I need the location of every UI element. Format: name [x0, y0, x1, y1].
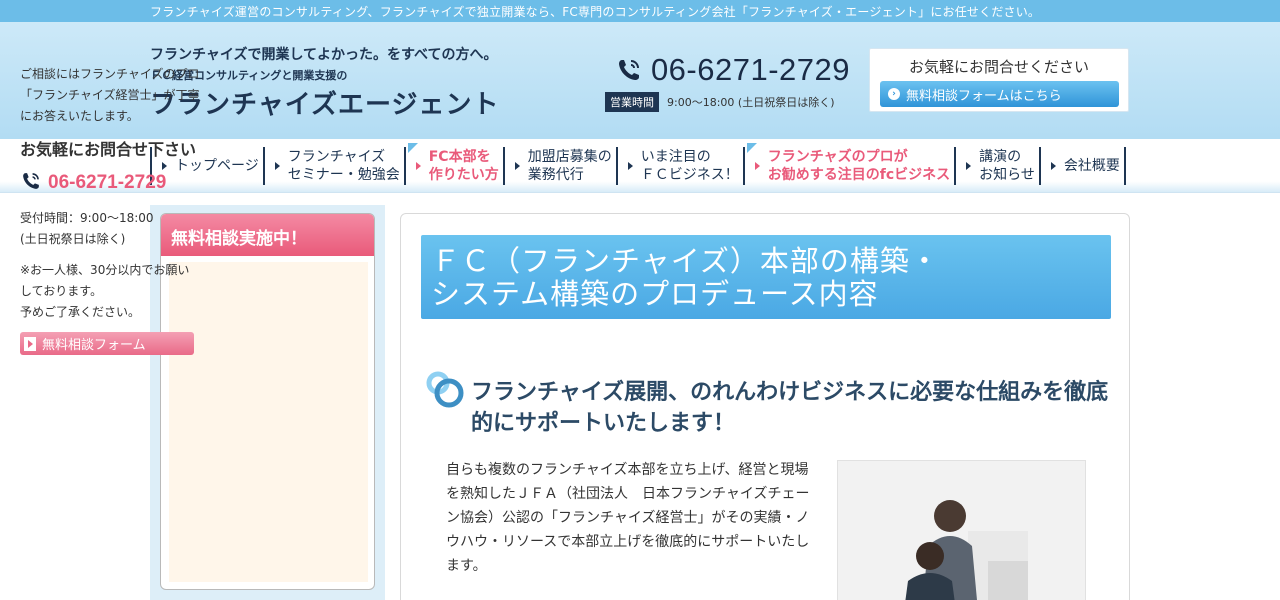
consultation-phone-number: 06-6271-2729 [48, 172, 167, 193]
consultation-hours-line2: (土日祝祭日は除く) [20, 232, 126, 246]
consultation-intro: ご相談にはフランチャイズのプロ「フランチャイズ経営士」が丁寧にお答えいたします。 [20, 67, 200, 123]
nav-recommended-fc-business[interactable]: フランチャズのプロが お勧めする注目のfcビジネス [742, 143, 954, 185]
header-phone-block: 06-6271-2729 営業時間 9:00〜18:00 (土日祝祭日は除く) [605, 52, 850, 112]
header-phone-number[interactable]: 06-6271-2729 [651, 52, 850, 88]
nav-item-label: FC本部を 作りたい方 [428, 149, 499, 183]
nav-item-label: いま注目の ＦＣビジネス！ [640, 149, 739, 183]
logo-tagline: フランチャイズで開業してよかった。をすべての方へ。 [150, 47, 498, 63]
consultation-form-button[interactable]: 無料相談フォーム [20, 332, 194, 355]
triangle-right-icon [1050, 162, 1056, 170]
nav-company[interactable]: 会社概要 [1038, 147, 1126, 185]
phone-icon [615, 56, 643, 84]
nav-item-label: フランチャイズ セミナー・勉強会 [287, 149, 400, 183]
nav-items: トップページ フランチャイズ セミナー・勉強会 FC本部を 作りたい方 加盟店募集の … [150, 143, 1130, 185]
section-body: 自らも複数のフランチャイズ本部を立ち上げ、経営と現場を熟知したＪＦＡ（社団法人 … [446, 462, 810, 574]
hours-badge: 営業時間 [605, 92, 659, 112]
nav-item-label: フランチャズのプロが お勧めする注目のfcビジネス [767, 149, 951, 183]
phone-icon [20, 170, 42, 196]
triangle-right-icon [514, 162, 520, 170]
consultation-heading: 無料相談実施中！ [161, 214, 374, 256]
nav-item-label: 講演の お知らせ [979, 149, 1035, 183]
nav-item-label: 加盟店募集の 業務代行 [527, 149, 612, 183]
nav-fc-headquarters[interactable]: FC本部を 作りたい方 [403, 143, 503, 185]
nav-lectures[interactable]: 講演の お知らせ [954, 147, 1039, 185]
triangle-right-icon [274, 162, 280, 170]
triangle-right-icon [754, 162, 760, 170]
main-content: ＦＣ（フランチャイズ）本部の構築・ システム構築のプロデュース内容 フランチャイ… [400, 213, 1130, 600]
triangle-right-icon [966, 162, 972, 170]
consultation-phone[interactable]: 06-6271-2729 [20, 170, 166, 196]
contact-form-button[interactable]: › 無料相談フォームはこちら [880, 81, 1119, 107]
page-title-banner: ＦＣ（フランチャイズ）本部の構築・ システム構築のプロデュース内容 [421, 235, 1111, 319]
site-logo[interactable]: フランチャイズで開業してよかった。をすべての方へ。 ＦＣ経営コンサルティングと開… [150, 44, 530, 121]
consultation-note: ※お一人様、30分以内でお願いしております。 予めご了承ください。 [20, 263, 190, 319]
triangle-right-icon [627, 162, 633, 170]
consultation-call-label: お気軽にお問合せ下さい [20, 140, 197, 159]
header-contact-box: お気軽にお問合せください › 無料相談フォームはこちら [869, 48, 1129, 112]
triangle-right-icon [415, 162, 421, 170]
nav-seminar[interactable]: フランチャイズ セミナー・勉強会 [262, 147, 404, 185]
office-photo [837, 460, 1086, 600]
logo-subtagline: ＦＣ経営コンサルティングと開業支援の [150, 69, 348, 82]
nav-item-label: 会社概要 [1063, 158, 1120, 174]
hours-text: 9:00〜18:00 (土日祝祭日は除く) [667, 96, 835, 109]
arrow-right-icon [24, 336, 36, 351]
consultation-form-button-label: 無料相談フォーム [42, 338, 146, 353]
consultation-hours: 受付時間：9:00〜18:00 (土日祝祭日は除く) [20, 208, 154, 250]
contact-title: お気軽にお問合せください [908, 58, 1089, 76]
contact-form-button-label: 無料相談フォームはこちら [906, 88, 1062, 104]
page-title: ＦＣ（フランチャイズ）本部の構築・ システム構築のプロデュース内容 [431, 244, 940, 311]
nav-recruitment-agency[interactable]: 加盟店募集の 業務代行 [502, 147, 616, 185]
arrow-right-icon: › [888, 88, 900, 100]
logo-name: フランチャイズエージェント [150, 90, 500, 120]
consultation-hours-line1: 受付時間：9:00〜18:00 [20, 211, 154, 225]
section-heading: フランチャイズ展開、のれんわけビジネスに必要な仕組みを徹底的にサポートいたします… [471, 380, 1109, 436]
nav-featured-fc-business[interactable]: いま注目の ＦＣビジネス！ [615, 147, 743, 185]
rings-icon [426, 371, 464, 408]
site-description: フランチャイズ運営のコンサルティング、フランチャイズで独立開業なら、FC専門のコ… [150, 5, 1041, 19]
top-strip: フランチャイズ運営のコンサルティング、フランチャイズで独立開業なら、FC専門のコ… [0, 0, 1280, 22]
triangle-right-icon [162, 162, 167, 170]
